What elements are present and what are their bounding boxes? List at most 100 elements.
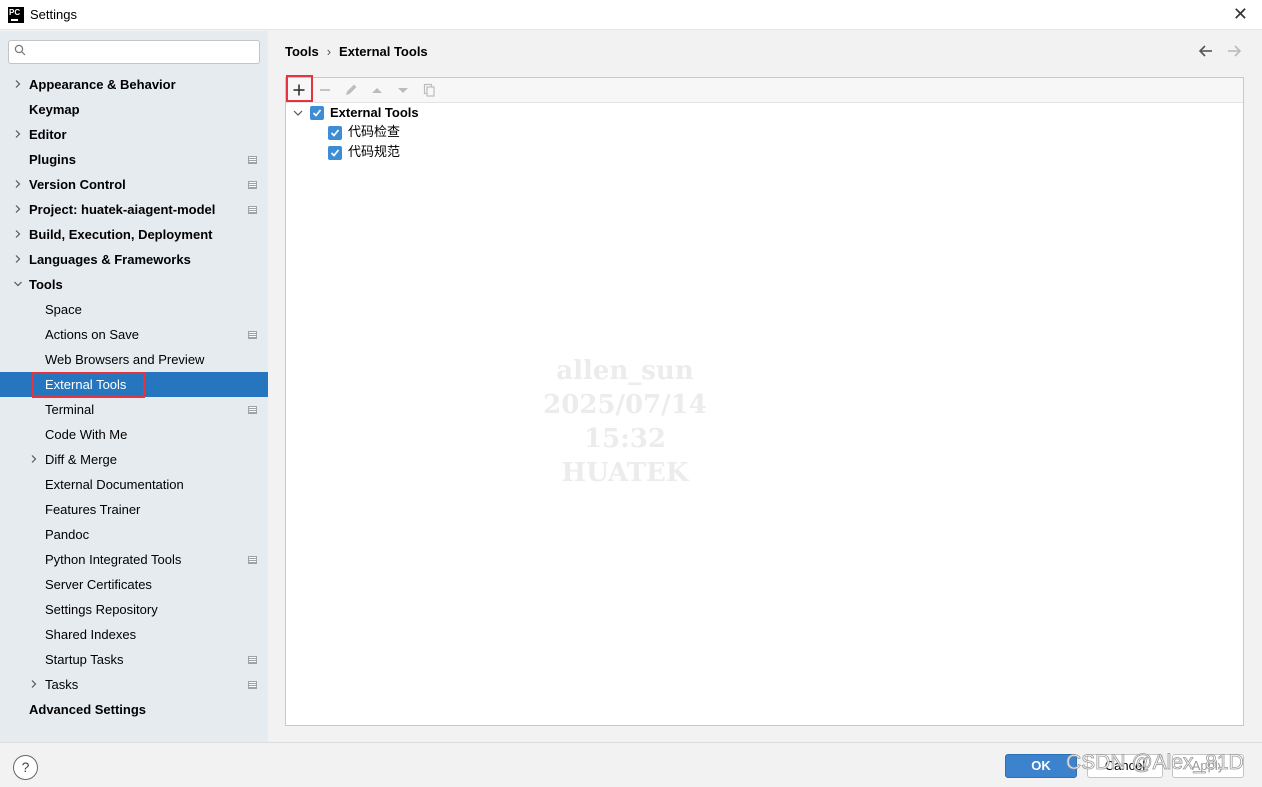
search-box[interactable] — [8, 40, 260, 64]
add-icon[interactable] — [290, 81, 308, 99]
sidebar-item-label: Diff & Merge — [45, 452, 118, 467]
chevron-right-icon[interactable] — [14, 130, 22, 138]
copy-icon[interactable] — [420, 81, 438, 99]
sidebar-item-space[interactable]: Space — [0, 297, 268, 322]
breadcrumb-separator: › — [326, 44, 332, 59]
sidebar-item-label: Build, Execution, Deployment — [29, 227, 213, 242]
breadcrumb-parent[interactable]: Tools — [285, 44, 319, 59]
breadcrumb: Tools › External Tools — [285, 44, 428, 59]
sidebar-item-startup-tasks[interactable]: Startup Tasks — [0, 647, 268, 672]
sidebar-item-label: Version Control — [29, 177, 126, 192]
project-level-icon — [248, 156, 257, 164]
sidebar-item-label: Space — [45, 302, 82, 317]
title-bar: PC Settings ✕ — [0, 0, 1262, 30]
sidebar-item-code-with-me[interactable]: Code With Me — [0, 422, 268, 447]
sidebar-item-shared-indexes[interactable]: Shared Indexes — [0, 622, 268, 647]
sidebar-item-languages-frameworks[interactable]: Languages & Frameworks — [0, 247, 268, 272]
tools-toolbar — [286, 75, 1243, 103]
sidebar-item-pandoc[interactable]: Pandoc — [0, 522, 268, 547]
move-down-icon[interactable] — [394, 81, 412, 99]
project-level-icon — [248, 681, 257, 689]
tool-group-label: External Tools — [330, 105, 419, 120]
sidebar-item-features-trainer[interactable]: Features Trainer — [0, 497, 268, 522]
sidebar-item-label: Terminal — [45, 402, 95, 417]
check-icon — [312, 109, 322, 117]
sidebar-item-label: External Documentation — [45, 477, 184, 492]
check-icon — [330, 149, 340, 157]
project-level-icon — [248, 406, 257, 414]
breadcrumb-current: External Tools — [339, 44, 428, 59]
sidebar-item-server-certificates[interactable]: Server Certificates — [0, 572, 268, 597]
sidebar-item-label: Editor — [29, 127, 67, 142]
chevron-right-icon[interactable] — [30, 455, 38, 463]
sidebar-item-tools[interactable]: Tools — [0, 272, 268, 297]
edit-icon[interactable] — [342, 81, 360, 99]
project-level-icon — [248, 556, 257, 564]
chevron-right-icon[interactable] — [14, 255, 22, 263]
sidebar-item-build-execution-deployment[interactable]: Build, Execution, Deployment — [0, 222, 268, 247]
move-up-icon[interactable] — [368, 81, 386, 99]
tool-item-label: 代码规范 — [348, 145, 401, 160]
sidebar-item-advanced-settings[interactable]: Advanced Settings — [0, 697, 268, 722]
forward-arrow-icon[interactable] — [1226, 43, 1242, 59]
sidebar-item-label: Startup Tasks — [45, 652, 124, 667]
tool-item-checkbox[interactable] — [328, 126, 342, 140]
project-level-icon — [248, 206, 257, 214]
settings-sidebar: Appearance & Behavior Keymap Editor Plugins… — [0, 31, 268, 742]
main-panel: Tools › External Tools External Tools 代码… — [268, 31, 1262, 742]
sidebar-item-label: Actions on Save — [45, 327, 139, 342]
sidebar-item-diff-merge[interactable]: Diff & Merge — [0, 447, 268, 472]
chevron-right-icon[interactable] — [14, 205, 22, 213]
tool-group-checkbox[interactable] — [310, 106, 324, 120]
sidebar-item-external-documentation[interactable]: External Documentation — [0, 472, 268, 497]
close-icon[interactable]: ✕ — [1233, 4, 1248, 25]
sidebar-item-label: Pandoc — [45, 527, 90, 542]
remove-icon[interactable] — [316, 81, 334, 99]
sidebar-item-label: Tools — [29, 277, 63, 292]
sidebar-item-editor[interactable]: Editor — [0, 122, 268, 147]
search-icon — [14, 44, 26, 56]
sidebar-item-label: Keymap — [29, 102, 80, 117]
sidebar-item-web-browsers-and-preview[interactable]: Web Browsers and Preview — [0, 347, 268, 372]
sidebar-item-label: External Tools — [45, 377, 127, 392]
sidebar-item-version-control[interactable]: Version Control — [0, 172, 268, 197]
tool-item-row[interactable]: 代码检查 — [328, 123, 528, 143]
sidebar-item-project-huatek-aiagent-model[interactable]: Project: huatek-aiagent-model — [0, 197, 268, 222]
window-title: Settings — [30, 7, 77, 22]
search-input[interactable] — [33, 43, 253, 61]
sidebar-item-actions-on-save[interactable]: Actions on Save — [0, 322, 268, 347]
watermark-company: HUATEK — [561, 458, 689, 488]
sidebar-item-keymap[interactable]: Keymap — [0, 97, 268, 122]
sidebar-item-tasks[interactable]: Tasks — [0, 672, 268, 697]
watermark-user: allen_sun — [556, 356, 694, 386]
chevron-right-icon[interactable] — [30, 680, 38, 688]
tool-item-row[interactable]: 代码规范 — [328, 143, 528, 163]
chevron-down-icon[interactable] — [293, 109, 303, 117]
sidebar-item-label: Languages & Frameworks — [29, 252, 191, 267]
sidebar-item-label: Settings Repository — [45, 602, 158, 617]
sidebar-item-label: Shared Indexes — [45, 627, 137, 642]
sidebar-item-plugins[interactable]: Plugins — [0, 147, 268, 172]
tool-item-checkbox[interactable] — [328, 146, 342, 160]
back-arrow-icon[interactable] — [1198, 43, 1214, 59]
project-level-icon — [248, 331, 257, 339]
tool-group-row[interactable]: External Tools — [292, 103, 592, 123]
sidebar-item-python-integrated-tools[interactable]: Python Integrated Tools — [0, 547, 268, 572]
watermark-datetime: 2025/07/14 15:32 — [543, 390, 707, 454]
user-watermark: allen_sun 2025/07/14 15:32 HUATEK — [500, 354, 750, 490]
csdn-watermark: CSDN @Alex_81D — [1066, 751, 1245, 775]
help-icon[interactable]: ? — [13, 755, 38, 780]
sidebar-item-label: Web Browsers and Preview — [45, 352, 205, 367]
chevron-right-icon[interactable] — [14, 80, 22, 88]
chevron-right-icon[interactable] — [14, 180, 22, 188]
chevron-down-icon[interactable] — [14, 280, 22, 288]
external-tools-panel: External Tools 代码检查 代码规范 — [285, 75, 1244, 726]
sidebar-item-label: Advanced Settings — [29, 702, 147, 717]
sidebar-item-appearance-behavior[interactable]: Appearance & Behavior — [0, 72, 268, 97]
project-level-icon — [248, 181, 257, 189]
sidebar-item-settings-repository[interactable]: Settings Repository — [0, 597, 268, 622]
sidebar-item-terminal[interactable]: Terminal — [0, 397, 268, 422]
sidebar-item-label: Appearance & Behavior — [29, 77, 176, 92]
chevron-right-icon[interactable] — [14, 230, 22, 238]
sidebar-item-external-tools[interactable]: External Tools — [0, 372, 268, 398]
